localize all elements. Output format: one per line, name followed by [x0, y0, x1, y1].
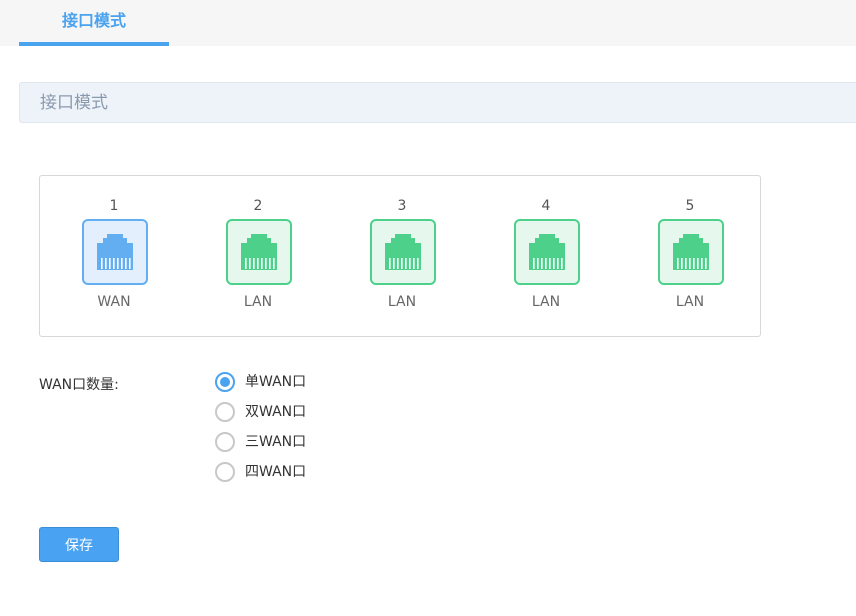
port-number: 4 — [541, 198, 551, 214]
port-type-label: WAN — [97, 294, 131, 310]
port-1: 1 WAN — [79, 176, 149, 336]
port-4: 4 LAN — [511, 176, 581, 336]
port-2: 2 LAN — [223, 176, 293, 336]
port-number: 2 — [253, 198, 263, 214]
radio-button[interactable] — [215, 462, 235, 482]
radio-button[interactable] — [215, 432, 235, 452]
port-type-label: LAN — [531, 294, 561, 310]
ethernet-port-icon — [241, 234, 277, 270]
port-number: 1 — [109, 198, 119, 214]
port-5: 5 LAN — [655, 176, 725, 336]
radio-label: 三WAN口 — [245, 434, 307, 450]
section-header: 接口模式 — [19, 82, 856, 123]
port-button[interactable] — [658, 219, 724, 285]
port-button[interactable] — [226, 219, 292, 285]
radio-label: 四WAN口 — [245, 464, 307, 480]
tab-bar: 接口模式 — [0, 0, 856, 46]
port-type-label: LAN — [387, 294, 417, 310]
section-title: 接口模式 — [40, 93, 108, 113]
ethernet-port-icon — [385, 234, 421, 270]
radio-label: 单WAN口 — [245, 374, 307, 390]
port-button[interactable] — [514, 219, 580, 285]
radio-button[interactable] — [215, 402, 235, 422]
ethernet-port-icon — [529, 234, 565, 270]
ethernet-port-icon — [97, 234, 133, 270]
save-button[interactable]: 保存 — [39, 527, 119, 562]
port-type-label: LAN — [243, 294, 273, 310]
ports-panel: 1 WAN 2 LAN 3 LAN 4 LAN 5 LAN — [39, 175, 761, 337]
radio-button[interactable] — [215, 372, 235, 392]
port-3: 3 LAN — [367, 176, 437, 336]
wan-count-label: WAN口数量: — [39, 377, 119, 393]
ethernet-port-icon — [673, 234, 709, 270]
port-button[interactable] — [82, 219, 148, 285]
port-number: 5 — [685, 198, 695, 214]
port-number: 3 — [397, 198, 407, 214]
port-button[interactable] — [370, 219, 436, 285]
active-tab-indicator — [19, 42, 169, 46]
radio-label: 双WAN口 — [245, 404, 307, 420]
port-type-label: LAN — [675, 294, 705, 310]
tab-interface-mode[interactable]: 接口模式 — [19, 0, 169, 46]
